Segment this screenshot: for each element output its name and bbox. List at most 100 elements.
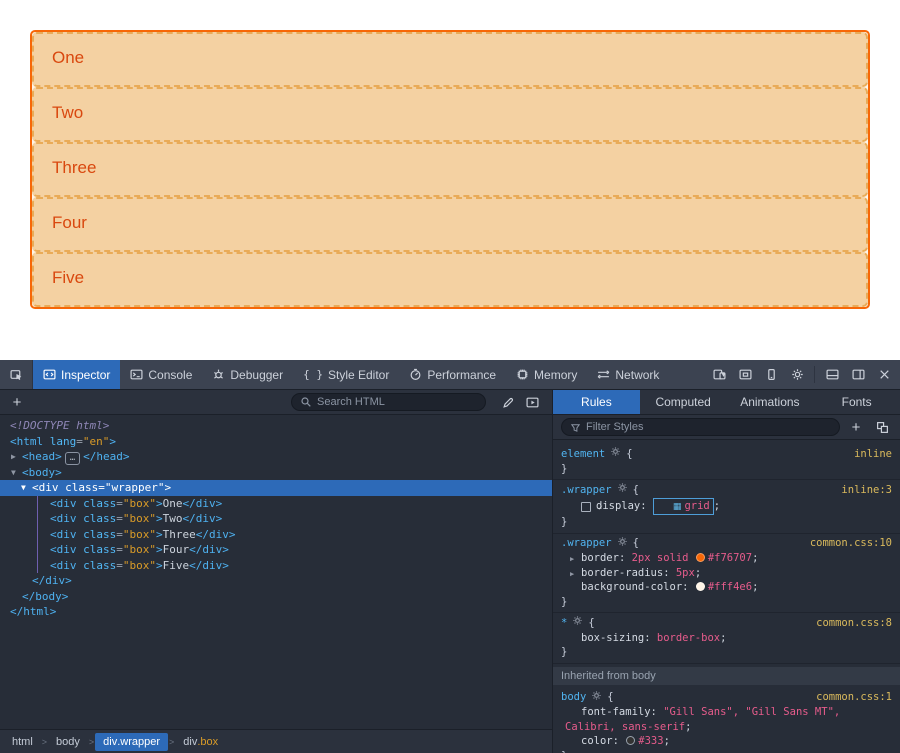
selector-highlight-button[interactable] bbox=[572, 615, 583, 631]
breadcrumb-item-div.box[interactable]: div.box bbox=[175, 733, 226, 751]
demo-box: Three bbox=[32, 142, 868, 197]
class-list-toggle-button[interactable] bbox=[872, 421, 892, 434]
css-property[interactable]: ✓display: ▦grid; bbox=[561, 498, 892, 516]
markup-line[interactable]: ▼<div class="wrapper"> bbox=[0, 480, 552, 496]
toolbar-separator bbox=[814, 366, 815, 383]
markup-line[interactable]: <div class="box">One</div> bbox=[0, 496, 552, 512]
breadcrumb-item-body[interactable]: body bbox=[48, 733, 88, 751]
device-button[interactable] bbox=[758, 360, 784, 390]
rule-selector[interactable]: element bbox=[561, 447, 605, 462]
markup-line[interactable]: </html> bbox=[0, 604, 552, 620]
markup-line[interactable]: ▶<head>…</head> bbox=[0, 449, 552, 465]
rule-selector[interactable]: .wrapper bbox=[561, 483, 612, 498]
markup-line[interactable]: </body> bbox=[0, 589, 552, 605]
css-property[interactable]: font-family: "Gill Sans", "Gill Sans MT"… bbox=[561, 705, 892, 734]
node-picker-button[interactable] bbox=[0, 360, 33, 389]
color-swatch[interactable] bbox=[626, 736, 635, 745]
markup-token: "wrapper" bbox=[105, 481, 165, 494]
devtools-body: + bbox=[0, 390, 900, 753]
css-property[interactable]: box-sizing: border-box; bbox=[561, 631, 892, 646]
stylesheet-link[interactable]: inline:3 bbox=[841, 483, 892, 498]
breadcrumb-class: .wrapper bbox=[117, 736, 160, 748]
browser-page: OneTwoThreeFourFive bbox=[0, 0, 900, 360]
markup-token: class bbox=[59, 481, 99, 494]
tab-performance[interactable]: Performance bbox=[399, 360, 506, 389]
breadcrumb-tag: div bbox=[183, 736, 197, 748]
debugger-icon bbox=[212, 368, 225, 381]
filter-styles-input[interactable] bbox=[586, 421, 831, 433]
colon: : bbox=[619, 552, 632, 564]
search-html-box[interactable] bbox=[291, 393, 486, 411]
filter-styles-row: + bbox=[553, 415, 900, 440]
rule-selector[interactable]: body bbox=[561, 690, 586, 705]
markup-line[interactable]: <!DOCTYPE html> bbox=[0, 418, 552, 434]
responsive-mode-button[interactable]: ▾ bbox=[706, 360, 732, 390]
breadcrumb-item-html[interactable]: html bbox=[4, 733, 41, 751]
property-name: border bbox=[581, 552, 619, 564]
selector-highlight-button[interactable] bbox=[617, 536, 628, 552]
color-swatch[interactable] bbox=[696, 582, 705, 591]
open-brace: { bbox=[633, 483, 639, 498]
colon: : bbox=[644, 632, 657, 644]
rule-selector[interactable]: .wrapper bbox=[561, 536, 612, 551]
tab-inspector[interactable]: Inspector bbox=[33, 360, 120, 389]
css-property[interactable]: ▶border-radius: 5px; bbox=[561, 566, 892, 581]
tab-memory[interactable]: Memory bbox=[506, 360, 587, 389]
markup-line[interactable]: <div class="box">Two</div> bbox=[0, 511, 552, 527]
tab-fonts[interactable]: Fonts bbox=[813, 390, 900, 414]
css-property[interactable]: color: #333; bbox=[561, 734, 892, 749]
markup-token: = bbox=[98, 481, 105, 494]
tab-debugger[interactable]: Debugger bbox=[202, 360, 293, 389]
search-html-input[interactable] bbox=[317, 396, 477, 408]
tab-console[interactable]: Console bbox=[120, 360, 202, 389]
filter-styles-box[interactable] bbox=[561, 418, 840, 436]
expand-arrow-icon[interactable]: ▶ bbox=[11, 449, 16, 465]
eyedropper-button[interactable] bbox=[496, 390, 520, 415]
rule-selector[interactable]: * bbox=[561, 616, 567, 631]
split-console-button[interactable] bbox=[819, 360, 845, 390]
tab-animations[interactable]: Animations bbox=[727, 390, 814, 414]
tab-rules[interactable]: Rules bbox=[553, 390, 640, 414]
markup-token: Three bbox=[163, 528, 196, 541]
close-button[interactable] bbox=[871, 360, 897, 390]
markup-line[interactable]: ▼<body> bbox=[0, 465, 552, 481]
stylesheet-link[interactable]: common.css:10 bbox=[810, 536, 892, 551]
settings-button[interactable] bbox=[784, 360, 810, 390]
markup-line[interactable]: <div class="box">Four</div> bbox=[0, 542, 552, 558]
stylesheet-link[interactable]: common.css:1 bbox=[816, 690, 892, 705]
stylesheet-link[interactable]: inline bbox=[854, 447, 892, 462]
markup-line[interactable]: <html lang="en"> bbox=[0, 434, 552, 450]
tab-label: Rules bbox=[581, 395, 612, 409]
play-square-button[interactable] bbox=[520, 390, 544, 415]
color-swatch[interactable] bbox=[696, 553, 705, 562]
frame-icon bbox=[739, 368, 752, 381]
tab-style-editor[interactable]: { }Style Editor bbox=[293, 360, 399, 389]
selector-highlight-button[interactable] bbox=[591, 690, 602, 706]
frame-button[interactable] bbox=[732, 360, 758, 390]
device-icon bbox=[765, 368, 778, 381]
markup-line[interactable]: <div class="box">Three</div> bbox=[0, 527, 552, 543]
markup-token: </div> bbox=[32, 574, 72, 587]
tab-computed[interactable]: Computed bbox=[640, 390, 727, 414]
property-checkbox[interactable]: ✓ bbox=[581, 502, 591, 512]
markup-token: = bbox=[116, 543, 123, 556]
breadcrumb-item-div.wrapper[interactable]: div.wrapper bbox=[95, 733, 168, 751]
markup-line[interactable]: <div class="box">Five</div> bbox=[0, 558, 552, 574]
grid-highlighter-toggle-icon[interactable]: ▦ bbox=[673, 502, 682, 512]
rules-view: element{inline}.wrapper{inline:3✓display… bbox=[553, 440, 900, 753]
tab-network[interactable]: Network bbox=[587, 360, 669, 389]
markup-line[interactable]: </div> bbox=[0, 573, 552, 589]
dock-side-button[interactable] bbox=[845, 360, 871, 390]
add-node-button[interactable]: + bbox=[8, 394, 26, 411]
css-property[interactable]: ▶border: 2px solid #f76707; bbox=[561, 551, 892, 566]
wrapper-element: OneTwoThreeFourFive bbox=[30, 30, 870, 309]
collapse-arrow-icon[interactable]: ▼ bbox=[11, 465, 16, 481]
selector-highlight-button[interactable] bbox=[617, 482, 628, 498]
collapse-arrow-icon[interactable]: ▼ bbox=[21, 480, 26, 496]
selector-highlight-button[interactable] bbox=[610, 446, 621, 462]
property-name: font-family bbox=[581, 706, 651, 718]
css-property[interactable]: background-color: #fff4e6; bbox=[561, 580, 892, 595]
stylesheet-link[interactable]: common.css:8 bbox=[816, 616, 892, 631]
property-value: #fff4e6 bbox=[708, 581, 752, 593]
add-rule-button[interactable]: + bbox=[848, 419, 864, 436]
